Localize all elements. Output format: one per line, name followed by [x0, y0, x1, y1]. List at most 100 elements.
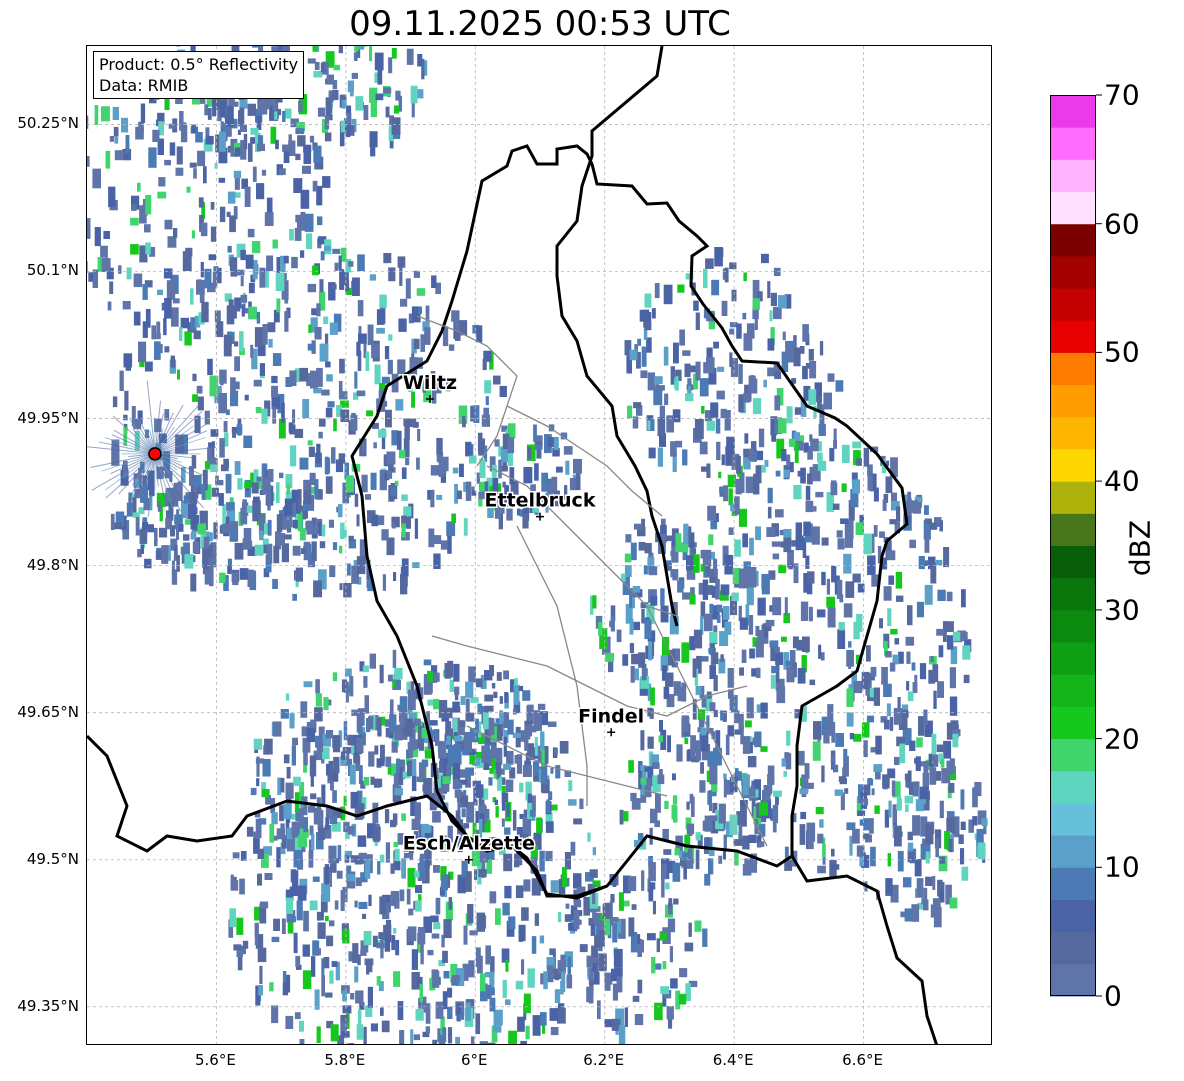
colorbar-segment [1050, 770, 1096, 804]
radar-echo [734, 496, 740, 515]
radar-echo [207, 358, 213, 376]
radar-echo [655, 793, 661, 813]
radar-echo [891, 492, 897, 503]
radar-echo [145, 195, 152, 215]
radar-echo [357, 835, 367, 847]
y-tick-label: 49.8°N [26, 555, 79, 574]
radar-echo [379, 854, 385, 863]
radar-echo [137, 182, 141, 192]
radar-echo [714, 247, 723, 267]
radar-echo [256, 312, 261, 324]
radar-echo [640, 795, 647, 803]
radar-echo [406, 888, 411, 905]
radar-echo [463, 823, 470, 829]
radar-echo [550, 1027, 559, 1036]
radar-echo [447, 987, 453, 998]
radar-echo [685, 393, 694, 402]
radar-echo [399, 1030, 405, 1044]
radar-echo [343, 583, 352, 598]
radar-echo [260, 901, 269, 909]
radar-echo [400, 298, 408, 307]
radar-echo [786, 730, 791, 746]
radar-echo [938, 645, 944, 658]
radar-echo [912, 815, 921, 836]
radar-echo [907, 691, 914, 702]
radar-echo [414, 718, 421, 726]
radar-echo [459, 463, 464, 477]
radar-echo [890, 628, 898, 635]
radar-echo [723, 485, 729, 502]
radar-echo [452, 467, 459, 474]
radar-echo [399, 267, 403, 286]
radar-echo [713, 675, 718, 692]
radar-echo [254, 544, 264, 556]
radar-echo [283, 754, 290, 764]
radar-echo [826, 596, 836, 608]
radar-echo [303, 681, 313, 688]
radar-echo [573, 909, 580, 930]
radar-echo [266, 552, 271, 563]
radar-echo [564, 914, 572, 922]
radar-echo [504, 692, 509, 703]
radar-echo [684, 363, 691, 378]
colorbar-segment [1050, 448, 1096, 482]
radar-echo [219, 369, 227, 384]
colorbar-tick-label: 50 [1104, 335, 1140, 369]
radar-echo [867, 778, 874, 786]
radar-echo [459, 721, 466, 728]
radar-echo [529, 810, 536, 817]
radar-echo [727, 668, 734, 688]
radar-echo [812, 741, 821, 761]
radar-echo [207, 108, 212, 120]
radar-echo [483, 407, 489, 420]
radar-echo [312, 876, 320, 882]
radar-echo [720, 654, 724, 662]
radar-echo [855, 522, 864, 535]
radar-echo [531, 936, 537, 954]
radar-echo [329, 322, 338, 335]
radar-echo [289, 229, 294, 241]
radar-echo [709, 603, 714, 614]
radar-echo [331, 447, 336, 464]
radar-echo [648, 566, 658, 576]
radar-echo [384, 809, 390, 824]
radar-echo [361, 441, 366, 453]
radar-echo [315, 693, 322, 707]
radar-echo [226, 502, 235, 511]
radar-echo [315, 679, 320, 694]
radar-echo [744, 433, 749, 444]
radar-echo [891, 780, 896, 797]
colorbar-tick-label: 40 [1104, 464, 1140, 498]
radar-echo [461, 808, 466, 818]
radar-echo [354, 371, 358, 389]
radar-echo [493, 1011, 502, 1033]
radar-echo [691, 548, 697, 554]
radar-echo [271, 812, 278, 825]
radar-echo [958, 834, 964, 844]
radar-echo [669, 946, 673, 963]
colorbar-segment [1050, 963, 1096, 997]
radar-echo [716, 614, 721, 623]
radar-map-panel: Wiltz Ettelbruck Findel Esch/Alzette [86, 45, 992, 1045]
radar-echo [559, 741, 569, 754]
radar-echo [630, 542, 637, 561]
radar-echo [367, 324, 374, 346]
radar-echo [499, 385, 507, 397]
radar-echo [476, 912, 485, 932]
radar-echo [370, 472, 377, 490]
radar-echo [325, 407, 333, 418]
radar-echo [949, 667, 956, 689]
radar-echo [836, 530, 843, 538]
radar-echo [771, 541, 781, 547]
radar-echo [551, 804, 558, 811]
radar-echo [821, 537, 829, 546]
radar-echo [354, 46, 359, 52]
radar-echo [180, 317, 190, 329]
radar-echo [485, 744, 490, 758]
radar-echo [800, 811, 807, 820]
radar-echo [592, 595, 597, 609]
radar-echo [390, 863, 395, 874]
radar-echo [573, 460, 578, 473]
radar-echo [363, 105, 369, 120]
radar-echo [289, 713, 295, 729]
